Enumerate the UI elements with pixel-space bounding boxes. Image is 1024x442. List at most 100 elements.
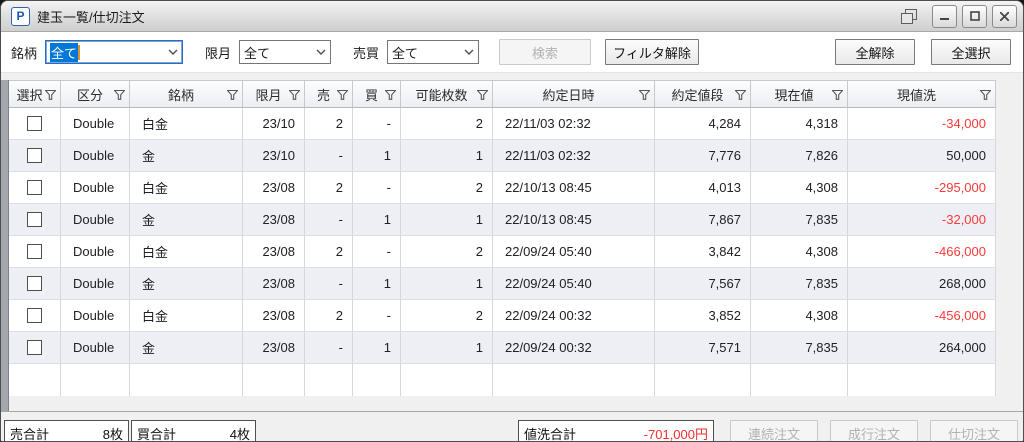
close-button[interactable] [992,4,1017,28]
cascade-windows-icon[interactable] [899,7,919,25]
cell-buy: 1 [353,140,401,172]
deselect-all-button[interactable]: 全解除 [835,39,915,65]
column-header-pnl[interactable]: 現値洗 [848,80,996,108]
side-select[interactable]: 全て [387,40,480,64]
column-header-kubun[interactable]: 区分 [61,80,130,108]
buy-total-value: 4枚 [229,426,250,442]
cell-pnl: -295,000 [848,172,996,204]
filter-funnel-icon[interactable] [44,89,57,100]
cell-price: 7,571 [655,332,751,364]
table-row[interactable]: Double 白金 23/08 2-2 22/09/24 05:40 3,842 4,308… [9,236,996,268]
cell-gengetsu: 23/08 [243,332,305,364]
cell-meigara: 金 [130,204,243,236]
column-header-buy[interactable]: 買 [353,80,401,108]
table-row[interactable]: Double 白金 23/10 2-2 22/11/03 02:32 4,284 4,318… [9,108,996,140]
cell-price: 4,013 [655,172,751,204]
grid-row-margin [1,80,9,411]
cell-select [9,268,61,300]
filter-funnel-icon[interactable] [336,89,349,100]
empty-cell [848,364,996,396]
search-button: 検索 [499,39,592,65]
cell-meigara: 金 [130,268,243,300]
sell-total-value: 8枚 [102,426,123,442]
table-row[interactable]: Double 金 23/08-1 1 22/10/13 08:45 7,867 7,835-… [9,204,996,236]
table-row[interactable]: Double 白金 23/08 2-2 22/09/24 00:32 3,852 4,308… [9,300,996,332]
empty-cell [353,364,401,396]
brand-select[interactable]: 全て [45,40,184,64]
select-all-button[interactable]: 全選択 [931,39,1011,65]
cell-datetime: 22/09/24 05:40 [493,236,655,268]
cell-buy: - [353,172,401,204]
cell-current: 4,308 [751,300,848,332]
month-select[interactable]: 全て [239,40,332,64]
cell-qty: 1 [401,140,493,172]
filter-funnel-icon[interactable] [476,89,489,100]
sell-total-box: 売合計 8枚 [4,419,129,442]
row-checkbox[interactable] [27,308,42,323]
column-header-qty[interactable]: 可能枚数 [401,80,493,108]
row-checkbox[interactable] [27,276,42,291]
cell-buy: - [353,108,401,140]
row-checkbox[interactable] [27,116,42,131]
cell-price: 4,284 [655,108,751,140]
column-header-select[interactable]: 選択 [9,80,61,108]
column-header-meigara[interactable]: 銘柄 [130,80,243,108]
cell-sell: - [305,204,353,236]
cell-qty: 1 [401,332,493,364]
column-header-gengetsu[interactable]: 限月 [243,80,305,108]
column-header-current[interactable]: 現在値 [751,80,848,108]
buy-total-label: 買合計 [137,426,177,442]
clear-filter-button[interactable]: フィルタ解除 [605,39,700,65]
cell-sell: - [305,140,353,172]
row-checkbox[interactable] [27,340,42,355]
sell-total-label: 売合計 [10,426,50,442]
table-row[interactable]: Double 金 23/08-1 1 22/09/24 00:32 7,571 7,835 2… [9,332,996,364]
cell-pnl: -466,000 [848,236,996,268]
empty-cell [305,364,353,396]
cell-buy: - [353,236,401,268]
row-checkbox[interactable] [27,212,42,227]
cell-sell: - [305,268,353,300]
table-row[interactable]: Double 金 23/10-1 1 22/11/03 02:32 7,776 7,826 5… [9,140,996,172]
cell-kubun: Double [61,268,130,300]
close-order-button: 仕切注文 [930,420,1018,441]
cell-buy: 1 [353,268,401,300]
column-header-price[interactable]: 約定値段 [655,80,751,108]
cell-select [9,172,61,204]
cell-pnl: -456,000 [848,300,996,332]
row-checkbox[interactable] [27,180,42,195]
minimize-button[interactable] [932,4,957,28]
filter-funnel-icon[interactable] [979,89,992,100]
cell-pnl: -32,000 [848,204,996,236]
filter-funnel-icon[interactable] [226,89,239,100]
cell-gengetsu: 23/10 [243,108,305,140]
filter-funnel-icon[interactable] [734,89,747,100]
table-row[interactable]: Double 白金 23/08 2-2 22/10/13 08:45 4,013 4,308… [9,172,996,204]
maximize-button[interactable] [962,4,987,28]
side-select-value: 全て [392,45,419,61]
cell-price: 3,842 [655,236,751,268]
positions-grid-area: 選択 区分 銘柄 限月売買可能枚数 約定日時 約定値段 現在値 現値洗 Double 白金 23/1… [1,73,1023,411]
filter-funnel-icon[interactable] [831,89,844,100]
cell-meigara: 金 [130,332,243,364]
cell-buy: 1 [353,332,401,364]
row-checkbox[interactable] [27,148,42,163]
column-header-label: 現値洗 [896,87,936,103]
empty-cell [401,364,493,396]
cell-meigara: 白金 [130,172,243,204]
cell-price: 7,567 [655,268,751,300]
filter-funnel-icon[interactable] [638,89,651,100]
cell-sell: 2 [305,172,353,204]
app-window: P 建玉一覧/仕切注文 銘柄 全て 限月 全て 売買 全て 検索 フィルタ解除 … [0,0,1024,442]
column-header-sell[interactable]: 売 [305,80,353,108]
chevron-down-icon [162,49,178,55]
filter-funnel-icon[interactable] [384,89,397,100]
filter-funnel-icon[interactable] [288,89,301,100]
column-header-datetime[interactable]: 約定日時 [493,80,655,108]
cell-price: 7,776 [655,140,751,172]
filter-toolbar: 銘柄 全て 限月 全て 売買 全て 検索 フィルタ解除 全解除 全選択 [1,32,1023,73]
maximize-icon [969,11,980,21]
filter-funnel-icon[interactable] [113,89,126,100]
row-checkbox[interactable] [27,244,42,259]
table-row[interactable]: Double 金 23/08-1 1 22/09/24 05:40 7,567 7,835 2… [9,268,996,300]
